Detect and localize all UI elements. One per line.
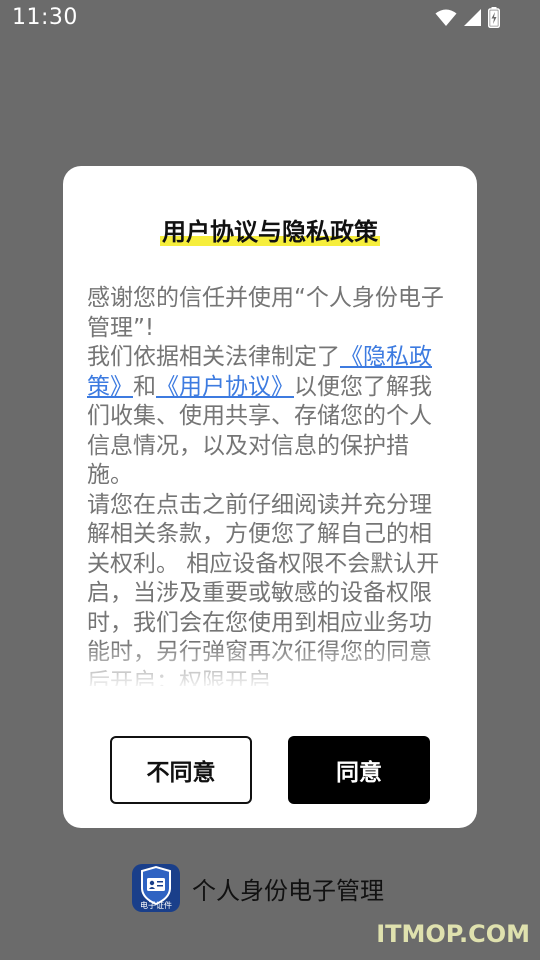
app-name: 个人身份电子管理 — [192, 876, 384, 905]
status-time: 11:30 — [12, 5, 78, 30]
cell-signal-icon — [463, 8, 482, 27]
scroll-fade — [87, 642, 447, 686]
status-bar: 11:30 — [0, 0, 540, 40]
app-icon: 电子证件 — [132, 864, 180, 912]
agreement-dialog: 用户协议与隐私政策 感谢您的信任并使用“个人身份电子管理”! 我们依据相关法律制… — [63, 166, 477, 828]
battery-charging-icon — [488, 7, 500, 28]
disagree-button[interactable]: 不同意 — [110, 736, 252, 804]
user-agreement-link[interactable]: 《用户协议》 — [156, 374, 294, 400]
dialog-scroll-area[interactable]: 感谢您的信任并使用“个人身份电子管理”! 我们依据相关法律制定了《隐私政策》和《… — [87, 284, 447, 686]
wifi-icon — [435, 9, 457, 27]
app-branding: 电子证件 个人身份电子管理 — [132, 864, 384, 912]
app-icon-caption: 电子证件 — [140, 901, 172, 910]
status-icons — [435, 7, 500, 28]
agree-button[interactable]: 同意 — [288, 736, 430, 804]
dialog-title: 用户协议与隐私政策 — [63, 212, 477, 247]
intro-paragraph: 感谢您的信任并使用“个人身份电子管理”! — [87, 285, 444, 341]
dialog-body-text: 感谢您的信任并使用“个人身份电子管理”! 我们依据相关法律制定了《隐私政策》和《… — [87, 284, 447, 686]
watermark: ITMOP.COM — [376, 920, 530, 948]
policy-paragraph: 我们依据相关法律制定了《隐私政策》和《用户协议》以便您了解我们收集、使用共享、存… — [87, 344, 432, 488]
